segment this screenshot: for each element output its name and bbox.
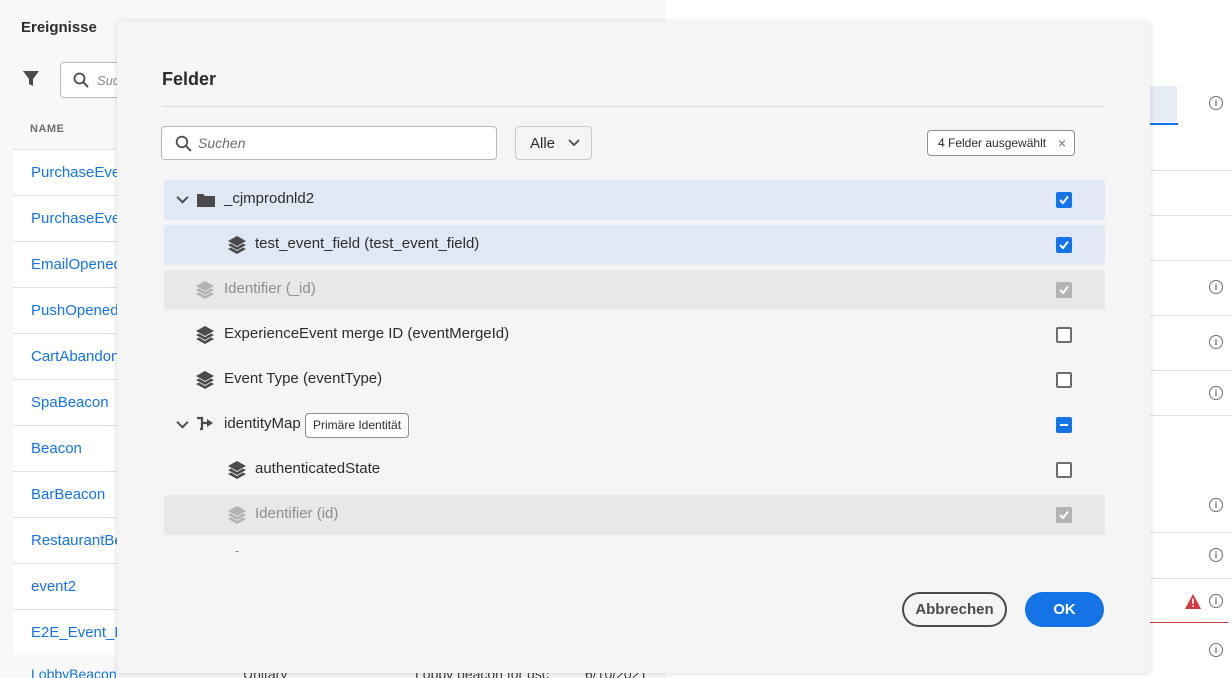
tree-row-identifier-id: Identifier (id) (164, 495, 1105, 535)
map-icon (197, 416, 213, 431)
error-underline (1150, 622, 1228, 623)
tree-row-clipped[interactable] (164, 540, 1105, 552)
field-layers-icon (196, 371, 214, 389)
field-layers-icon (228, 461, 246, 479)
row-checkbox[interactable] (1056, 237, 1072, 253)
row-checkbox[interactable] (1056, 327, 1072, 343)
list-item[interactable]: EmailOpened (13, 241, 133, 287)
tree-row-label: ExperienceEvent merge ID (eventMergeId) (224, 325, 510, 342)
search-icon (175, 135, 192, 152)
list-item[interactable]: BarBeacon (13, 471, 133, 517)
event-name[interactable]: LobbyBeacon (31, 666, 117, 678)
chevron-down-icon[interactable] (176, 418, 189, 431)
dialog-title: Felder (162, 69, 217, 89)
tree-row-label: Identifier (id) (255, 505, 339, 522)
primary-identity-badge: Primäre Identität (305, 413, 410, 438)
tree-row-test-event-field[interactable]: test_event_field (test_event_field) (164, 225, 1105, 265)
field-layers-icon (196, 281, 214, 299)
row-checkbox (1056, 282, 1072, 298)
info-icon[interactable]: i (1209, 548, 1223, 562)
list-item[interactable]: CartAbandon (13, 333, 133, 379)
field-layers-icon (196, 326, 214, 344)
list-item[interactable]: PurchaseEver (13, 195, 133, 241)
list-item[interactable]: SpaBeacon (13, 379, 133, 425)
row-checkbox[interactable] (1056, 462, 1072, 478)
field-layers-icon (228, 236, 246, 254)
list-item[interactable]: event2 (13, 563, 133, 609)
field-layers-icon (235, 551, 239, 552)
row-checkbox[interactable] (1056, 192, 1072, 208)
row-checkbox (1056, 507, 1072, 523)
filter-picker[interactable]: Alle (515, 126, 592, 160)
tree-row-authenticated-state[interactable]: authenticatedState (164, 450, 1105, 490)
tree-row-identity-map[interactable]: identityMap Primäre Identität (164, 405, 1105, 445)
filter-picker-value: Alle (530, 135, 556, 152)
events-panel-title: Ereignisse (21, 19, 97, 36)
row-checkbox[interactable] (1056, 417, 1072, 433)
ok-button[interactable]: OK (1025, 592, 1104, 627)
info-icon[interactable]: i (1209, 643, 1223, 657)
folder-icon (197, 194, 215, 207)
chevron-down-icon[interactable] (176, 193, 189, 206)
filter-icon[interactable] (22, 70, 40, 88)
events-list: PurchaseEver PurchaseEver EmailOpened Pu… (13, 149, 133, 655)
search-icon (73, 72, 89, 88)
fields-tree: _cjmprodnld2 test_event_field (test_even… (164, 180, 1105, 552)
info-icon[interactable]: i (1209, 335, 1223, 349)
list-item[interactable]: PurchaseEver (13, 149, 133, 195)
tree-row-cjmprodnld2[interactable]: _cjmprodnld2 (164, 180, 1105, 220)
fields-dialog: Felder Alle 4 Felder ausgewählt × _cjmpr… (117, 21, 1150, 673)
dialog-divider (162, 106, 1105, 107)
selected-count-tag: 4 Felder ausgewählt × (927, 130, 1076, 156)
tree-row-label: identityMap (224, 415, 301, 432)
tree-row-label: test_event_field (test_event_field) (255, 235, 480, 252)
row-checkbox[interactable] (1056, 372, 1072, 388)
list-item[interactable]: Beacon (13, 425, 133, 471)
fields-search[interactable] (161, 126, 497, 160)
tab-indicator (1150, 123, 1178, 125)
list-item[interactable]: RestaurantBe (13, 517, 133, 563)
info-icon[interactable]: i (1209, 498, 1223, 512)
clear-selection-icon[interactable]: × (1058, 131, 1066, 155)
alert-icon (1185, 594, 1201, 609)
list-item[interactable]: E2E_Event_R (13, 609, 133, 655)
info-icon[interactable]: i (1209, 594, 1223, 608)
cancel-button[interactable]: Abbrechen (902, 592, 1007, 627)
list-item[interactable]: PushOpened (13, 287, 133, 333)
tree-row-event-merge-id[interactable]: ExperienceEvent merge ID (eventMergeId) (164, 315, 1105, 355)
tree-row-identifier: Identifier (_id) (164, 270, 1105, 310)
tree-row-label: Identifier (_id) (224, 280, 316, 297)
info-icon[interactable]: i (1209, 96, 1223, 110)
column-header-name[interactable]: NAME (30, 123, 64, 135)
fields-search-input[interactable] (198, 132, 488, 154)
tree-row-label: Event Type (eventType) (224, 370, 383, 387)
selected-count-label: 4 Felder ausgewählt (938, 136, 1047, 150)
tree-row-label: authenticatedState (255, 460, 381, 477)
tree-row-label: _cjmprodnld2 (224, 190, 315, 207)
chevron-down-icon (568, 139, 580, 147)
details-tab[interactable] (1150, 86, 1177, 122)
tree-row-event-type[interactable]: Event Type (eventType) (164, 360, 1105, 400)
field-layers-icon (228, 506, 246, 524)
info-icon[interactable]: i (1209, 280, 1223, 294)
info-icon[interactable]: i (1209, 386, 1223, 400)
